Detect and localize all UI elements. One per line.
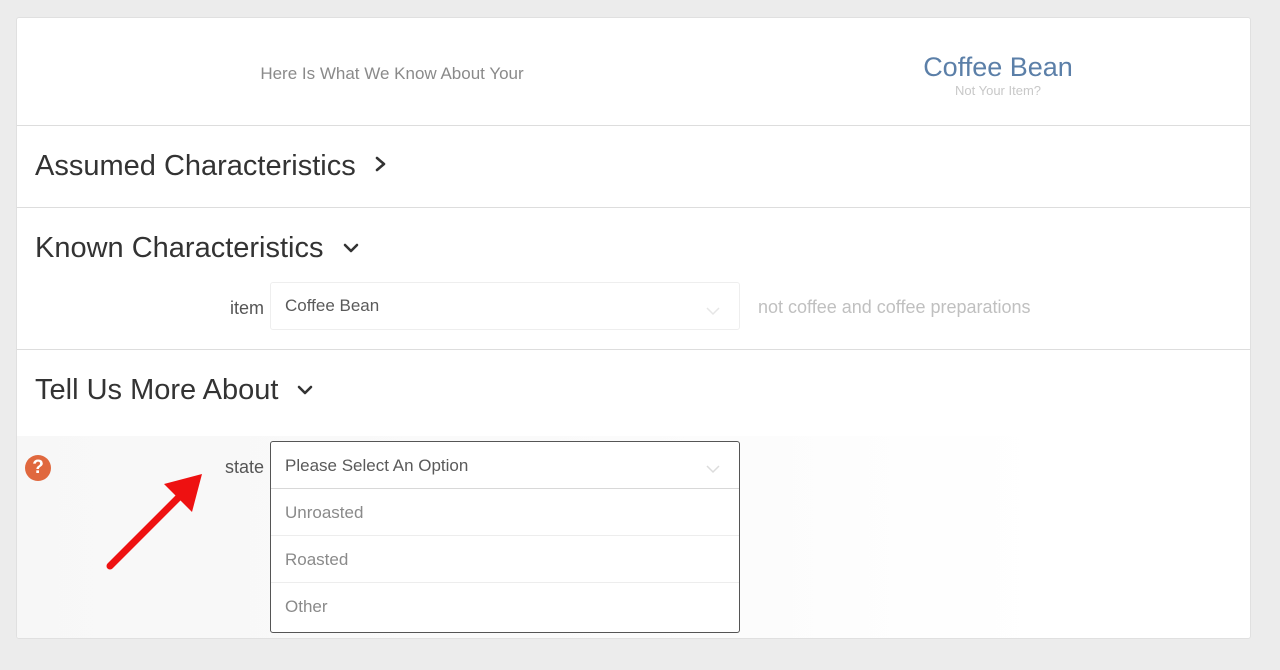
item-name: Coffee Bean: [923, 52, 1073, 82]
chevron-down-icon: [705, 301, 721, 321]
state-select-placeholder: Please Select An Option: [285, 456, 469, 475]
question-circle-icon[interactable]: ?: [25, 455, 51, 481]
assumed-characteristics-title: Assumed Characteristics: [35, 150, 356, 182]
state-option-label: Other: [285, 597, 328, 616]
chevron-down-icon: [342, 228, 360, 264]
not-your-item-link[interactable]: Not Your Item?: [857, 83, 1139, 99]
state-option-label: Unroasted: [285, 503, 364, 522]
state-option-roasted[interactable]: Roasted: [271, 536, 739, 583]
chevron-down-icon: [705, 461, 721, 479]
item-select[interactable]: Coffee Bean: [270, 282, 740, 330]
page: Here Is What We Know About Your Coffee B…: [0, 0, 1280, 670]
chevron-right-icon: [374, 146, 388, 182]
item-identity: Coffee Bean Not Your Item?: [857, 51, 1139, 99]
state-option-unroasted[interactable]: Unroasted: [271, 489, 739, 536]
state-option-label: Roasted: [285, 550, 349, 569]
known-characteristics-toggle[interactable]: Known Characteristics: [35, 230, 360, 267]
item-note: not coffee and coffee preparations: [758, 297, 1031, 317]
red-arrow-annotation: [106, 474, 202, 570]
tell-us-more-title: Tell Us More About: [35, 374, 279, 406]
assumed-characteristics-toggle[interactable]: Assumed Characteristics: [35, 148, 388, 185]
state-select[interactable]: Please Select An Option Unroasted Roaste…: [270, 441, 740, 633]
known-characteristics-title: Known Characteristics: [35, 232, 324, 264]
state-option-other[interactable]: Other: [271, 583, 739, 630]
tell-us-more-toggle[interactable]: Tell Us More About: [35, 372, 314, 409]
chevron-down-icon: [296, 370, 314, 406]
state-select-current[interactable]: Please Select An Option: [271, 442, 739, 489]
item-header: Here Is What We Know About Your Coffee B…: [17, 18, 1250, 126]
item-field-label: item: [229, 298, 264, 318]
assumed-characteristics-section: Assumed Characteristics: [17, 126, 1250, 208]
header-intro: Here Is What We Know About Your: [260, 64, 524, 83]
item-select-value: Coffee Bean: [285, 296, 380, 315]
known-characteristics-section: Known Characteristics item Coffee Bean n…: [17, 208, 1250, 350]
